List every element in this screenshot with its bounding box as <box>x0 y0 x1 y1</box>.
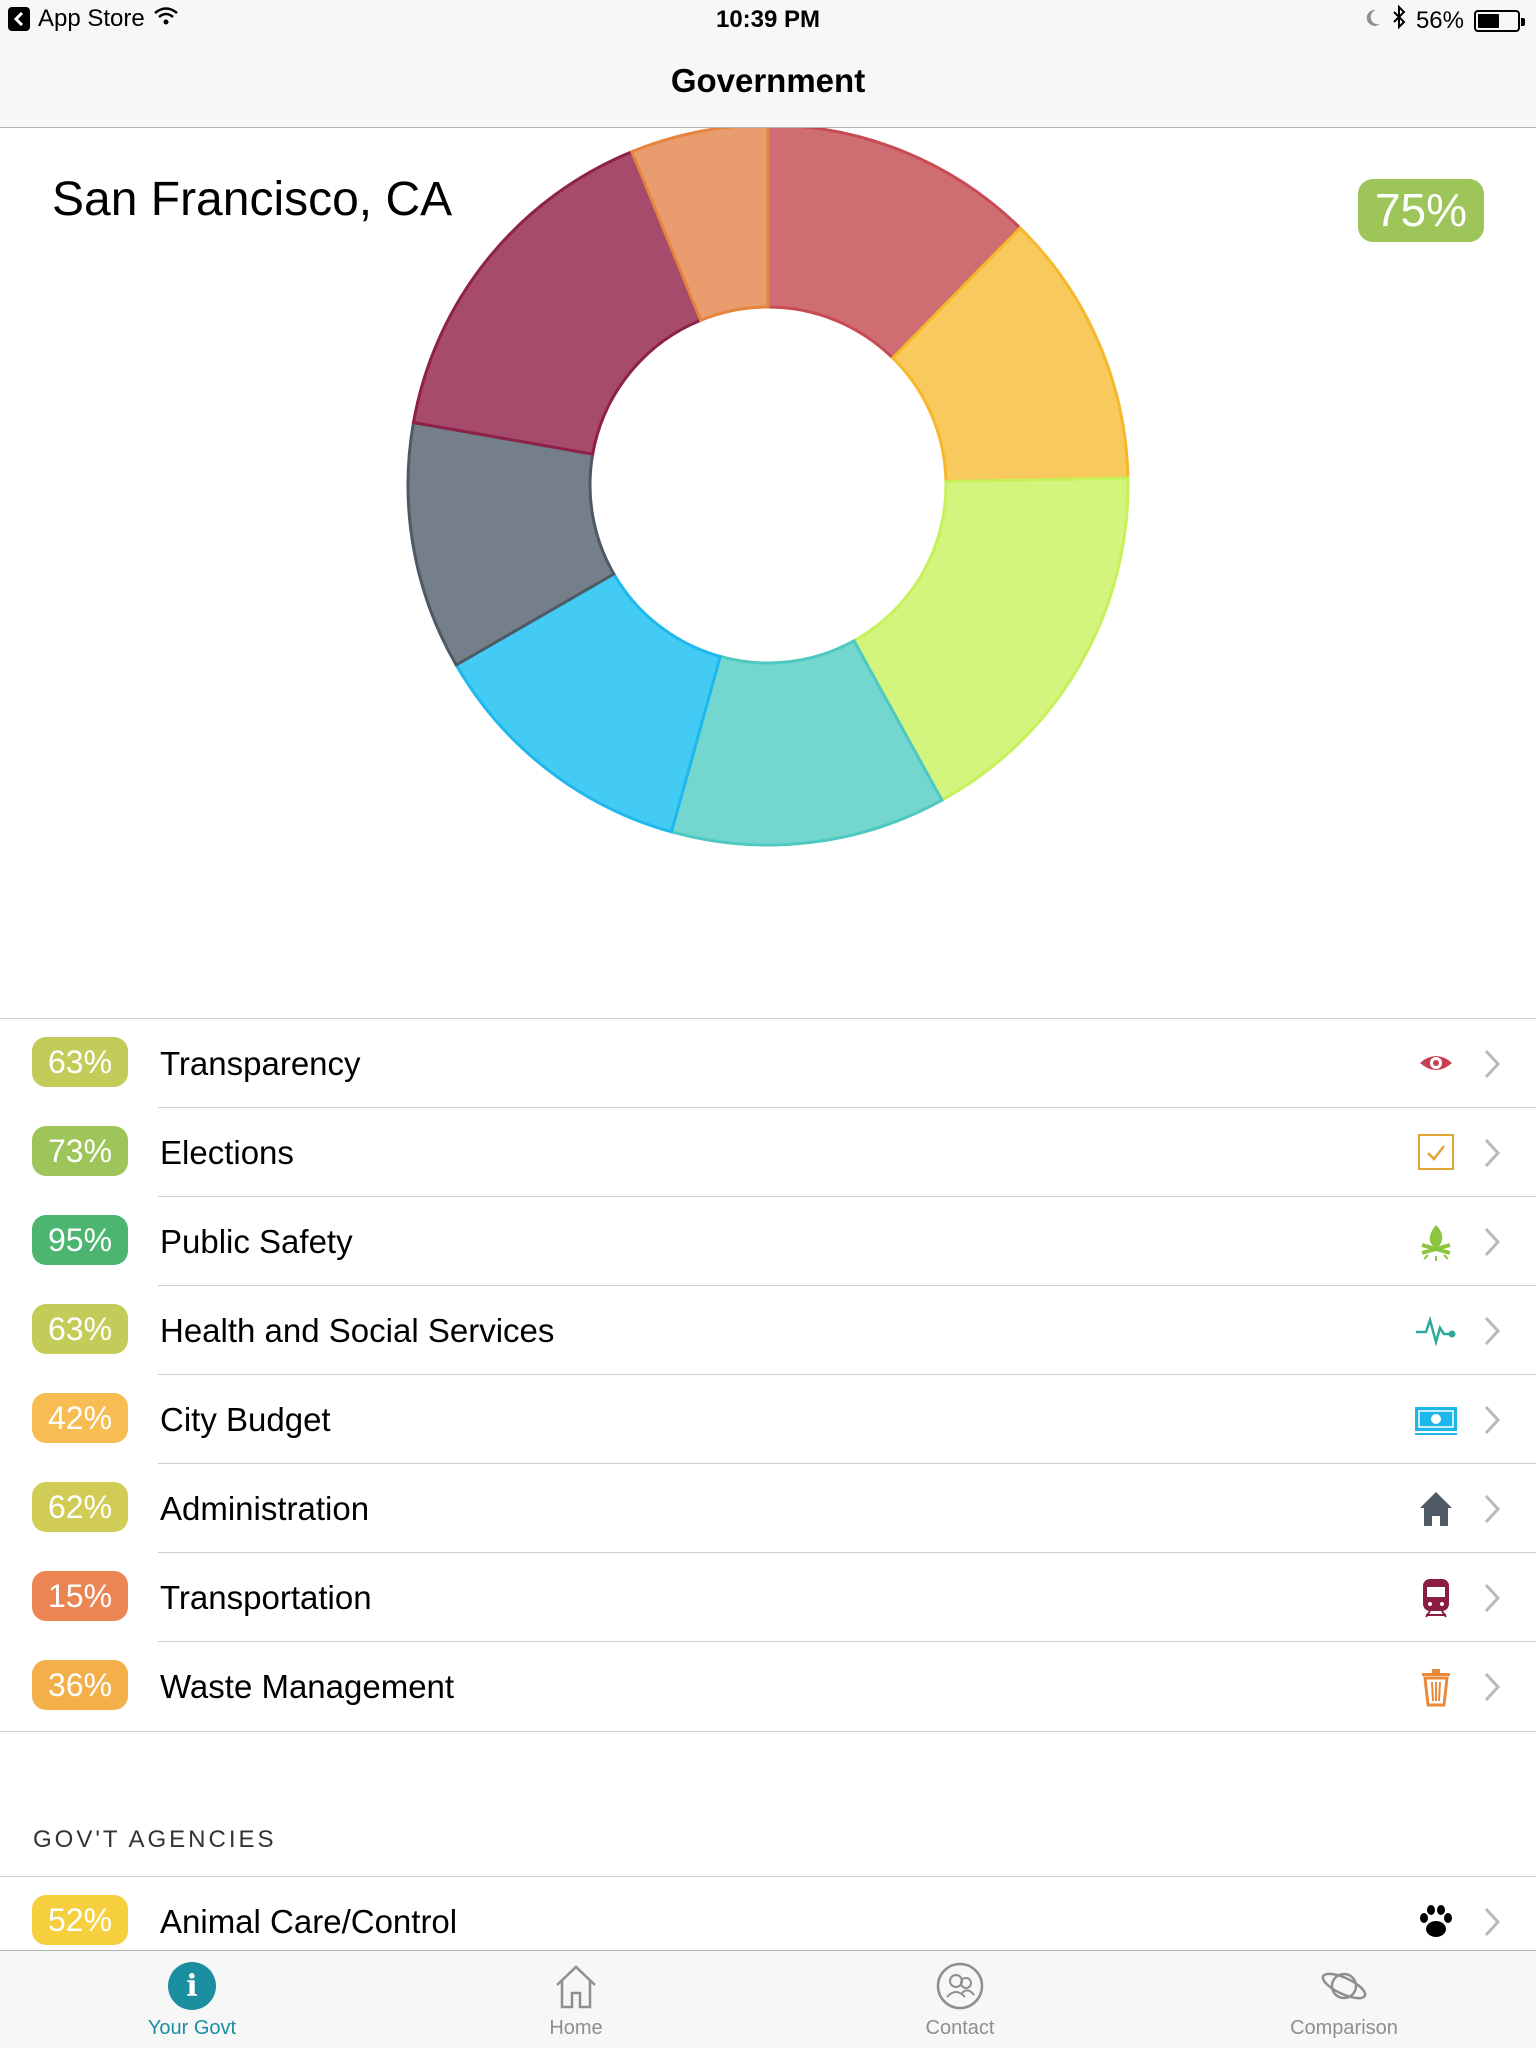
clock: 10:39 PM <box>715 6 821 33</box>
paw-icon <box>1414 1899 1458 1943</box>
category-label: Elections <box>160 1134 294 1171</box>
category-row-city-budget[interactable]: 42% City Budget <box>0 1375 1536 1464</box>
score-badge: 95% <box>32 1215 128 1265</box>
score-badge: 36% <box>32 1660 128 1710</box>
chevron-right-icon <box>1482 1492 1502 1526</box>
score-badge: 73% <box>32 1126 128 1176</box>
tab-comparison[interactable]: Comparison <box>1152 1951 1536 2048</box>
category-row-waste-management[interactable]: 36% Waste Management <box>0 1642 1536 1731</box>
category-label: Administration <box>160 1490 370 1527</box>
score-badge: 42% <box>32 1393 128 1443</box>
score-donut-chart <box>406 128 1130 847</box>
moon-icon <box>1364 7 1382 35</box>
agencies-section-header: GOV'T AGENCIES <box>33 1826 277 1853</box>
battery-icon <box>1474 9 1525 32</box>
page-title: Government <box>670 62 866 99</box>
checkbox-icon <box>1414 1130 1458 1174</box>
tab-your-govt[interactable]: i Your Govt <box>0 1951 384 2048</box>
tab-label: Your Govt <box>147 2017 237 2039</box>
category-row-public-safety[interactable]: 95% Public Safety <box>0 1197 1536 1286</box>
money-icon <box>1414 1397 1458 1441</box>
score-badge: 63% <box>32 1304 128 1354</box>
category-row-transportation[interactable]: 15% Transportation <box>0 1553 1536 1642</box>
score-badge: 63% <box>32 1037 128 1087</box>
chevron-right-icon <box>1482 1403 1502 1437</box>
battery-level <box>1478 13 1500 28</box>
score-badge: 62% <box>32 1482 128 1532</box>
tab-home[interactable]: Home <box>384 1951 768 2048</box>
category-row-administration[interactable]: 62% Administration <box>0 1464 1536 1553</box>
info-icon: i <box>167 1961 217 2011</box>
navigation-bar: Government <box>0 40 1536 128</box>
category-list: 63% Transparency 73% Elections 95% Public Saf… <box>0 1018 1536 1732</box>
svg-text:i: i <box>186 1969 197 2004</box>
category-label: City Budget <box>160 1401 331 1438</box>
tab-label: Contact <box>925 2017 995 2039</box>
chevron-right-icon <box>1482 1314 1502 1348</box>
status-indicators: 56% <box>1364 4 1525 36</box>
tab-contact[interactable]: Contact <box>768 1951 1152 2048</box>
category-label: Waste Management <box>160 1668 455 1705</box>
tab-label: Home <box>549 2017 603 2039</box>
chevron-right-icon <box>1482 1581 1502 1615</box>
category-row-elections[interactable]: 73% Elections <box>0 1108 1536 1197</box>
tab-label: Comparison <box>1290 2017 1398 2039</box>
chevron-right-icon <box>1482 1225 1502 1259</box>
category-label: Transportation <box>160 1579 372 1616</box>
campfire-icon <box>1414 1219 1458 1263</box>
chevron-right-icon <box>1482 1047 1502 1081</box>
trash-icon <box>1414 1664 1458 1708</box>
chevron-right-icon <box>1482 1905 1502 1939</box>
chevron-right-icon <box>1482 1136 1502 1170</box>
score-badge: 52% <box>32 1895 128 1945</box>
category-label: Animal Care/Control <box>160 1903 458 1940</box>
heartbeat-icon <box>1414 1308 1458 1352</box>
train-icon <box>1414 1575 1458 1619</box>
bluetooth-icon <box>1392 4 1406 36</box>
chevron-right-icon <box>1482 1670 1502 1704</box>
category-row-health-and-social-services[interactable]: 63% Health and Social Services <box>0 1286 1536 1375</box>
status-bar: App Store 10:39 PM 56% <box>0 0 1536 40</box>
eye-icon <box>1414 1041 1458 1085</box>
home-icon <box>551 1961 601 2011</box>
planet-icon <box>1319 1961 1369 2011</box>
category-row-transparency[interactable]: 63% Transparency <box>0 1019 1536 1108</box>
tab-bar: i Your Govt Home Contact Comparison <box>0 1950 1536 2048</box>
score-badge: 15% <box>32 1571 128 1621</box>
battery-percent: 56% <box>1415 6 1464 34</box>
house-icon <box>1414 1486 1458 1530</box>
category-label: Public Safety <box>160 1223 353 1260</box>
category-label: Health and Social Services <box>160 1312 555 1349</box>
contact-icon <box>935 1961 985 2011</box>
category-label: Transparency <box>160 1045 361 1082</box>
